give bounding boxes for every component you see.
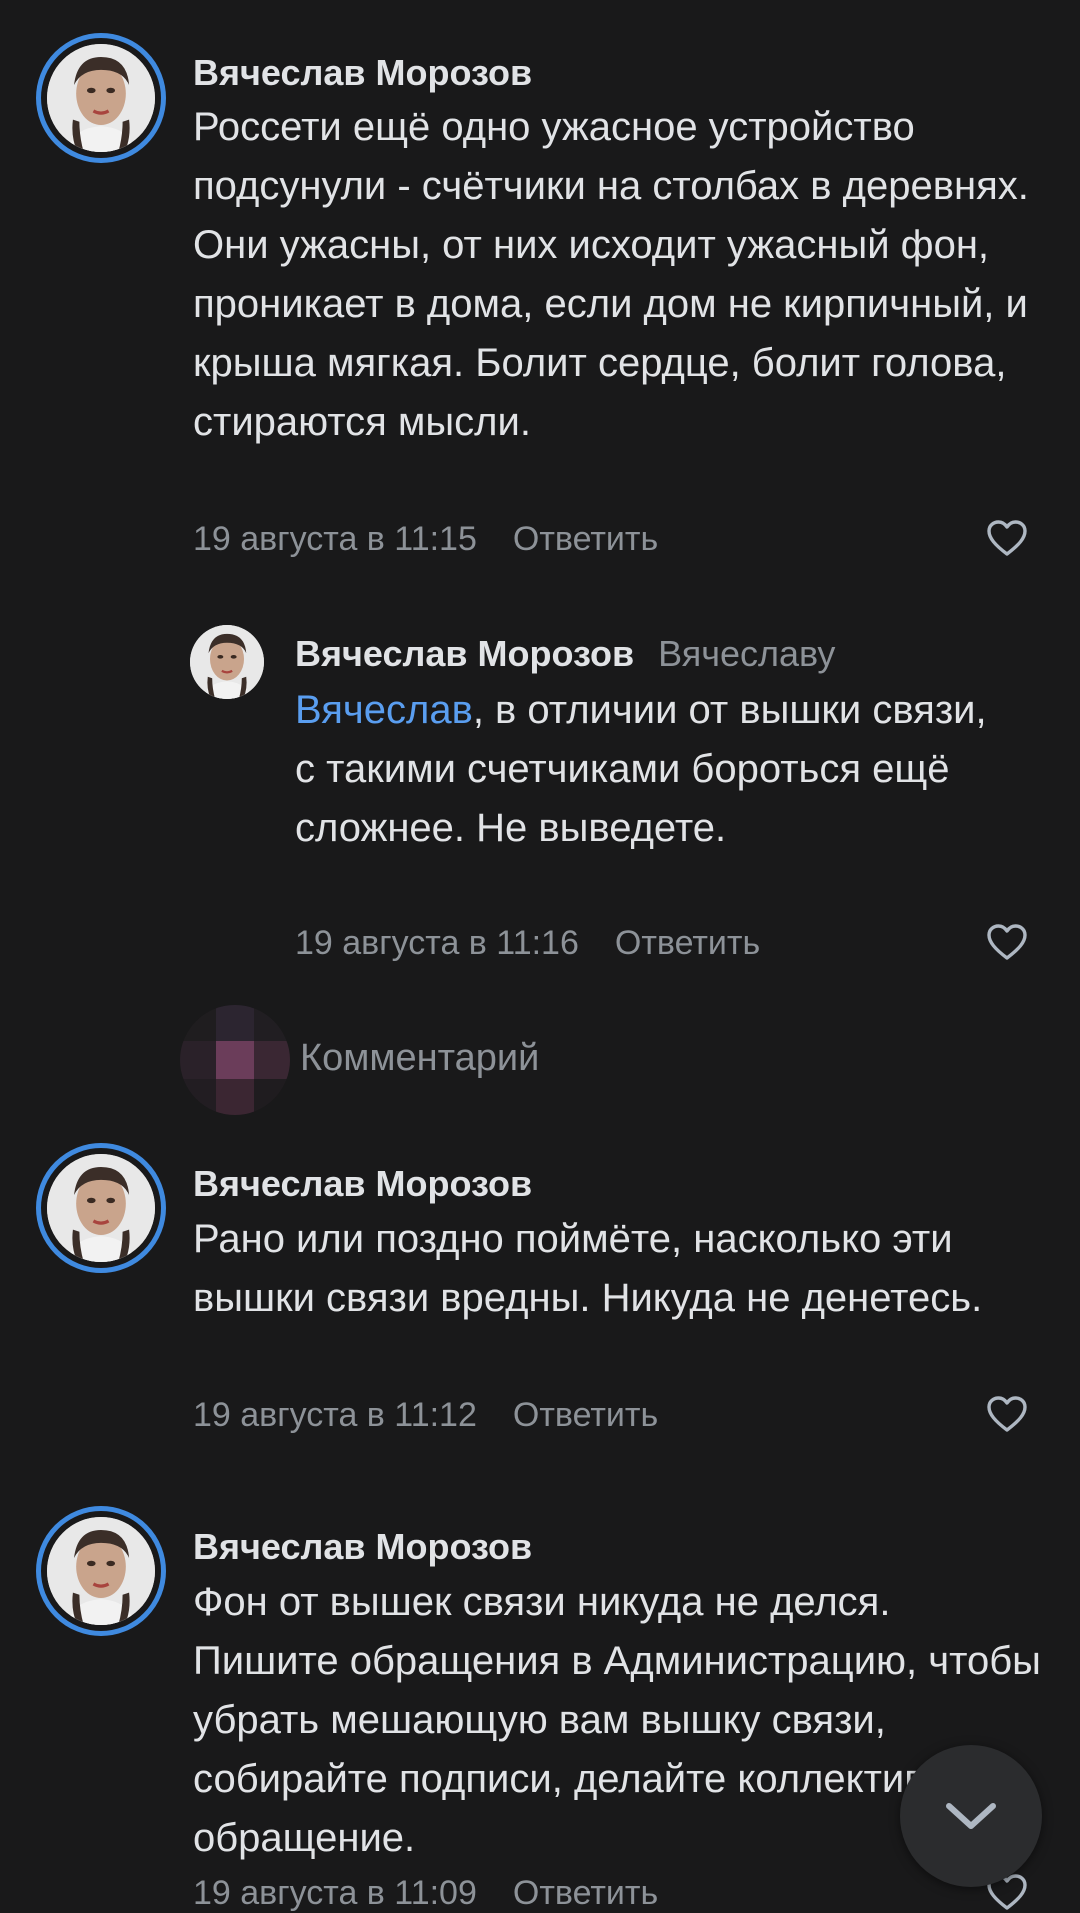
avatar[interactable] (36, 1143, 166, 1273)
comment-author[interactable]: Вячеслав Морозов (193, 1163, 532, 1205)
scroll-down-button[interactable] (900, 1745, 1042, 1887)
comment-text: Россети ещё одно ужасное устройство подс… (193, 105, 1029, 444)
heart-outline-icon[interactable] (985, 518, 1029, 558)
reply-button[interactable]: Ответить (513, 1874, 658, 1912)
comment-author[interactable]: Вячеслав Морозов (193, 52, 532, 94)
reply-to-label[interactable]: Вячеславу (658, 633, 835, 674)
reply-button[interactable]: Ответить (513, 520, 658, 558)
comment-meta: 19 августа в 11:15 Ответить (193, 520, 658, 559)
comment-author[interactable]: Вячеслав Морозов (193, 1526, 532, 1568)
comment-time: 19 августа в 11:15 (193, 520, 477, 558)
reply-input-row[interactable]: Комментарий (180, 1005, 880, 1115)
avatar[interactable] (36, 33, 166, 163)
chevron-down-icon (946, 1803, 996, 1829)
comment-author-name[interactable]: Вячеслав Морозов (295, 633, 634, 674)
comment-text: Рано или поздно поймёте, насколько эти в… (193, 1217, 983, 1320)
comment-input-placeholder[interactable]: Комментарий (300, 1037, 539, 1080)
comment-author[interactable]: Вячеслав Морозов Вячеславу (295, 633, 835, 675)
heart-outline-icon[interactable] (985, 922, 1029, 962)
comment-time: 19 августа в 11:16 (295, 924, 579, 962)
comment-time: 19 августа в 11:12 (193, 1396, 477, 1434)
comment-meta: 19 августа в 11:09 Ответить (193, 1874, 658, 1913)
avatar[interactable] (36, 1506, 166, 1636)
mention-link[interactable]: Вячеслав (295, 688, 473, 732)
comment-text: Вячеслав, в отличии от вышки связи, с та… (295, 681, 995, 858)
heart-outline-icon[interactable] (985, 1394, 1029, 1434)
reply-button[interactable]: Ответить (513, 1396, 658, 1434)
comment-time: 19 августа в 11:09 (193, 1874, 477, 1912)
avatar (180, 1005, 290, 1115)
reply-button[interactable]: Ответить (615, 924, 760, 962)
avatar[interactable] (190, 625, 264, 699)
comment-meta: 19 августа в 11:16 Ответить (295, 924, 760, 963)
comment-meta: 19 августа в 11:12 Ответить (193, 1396, 658, 1435)
